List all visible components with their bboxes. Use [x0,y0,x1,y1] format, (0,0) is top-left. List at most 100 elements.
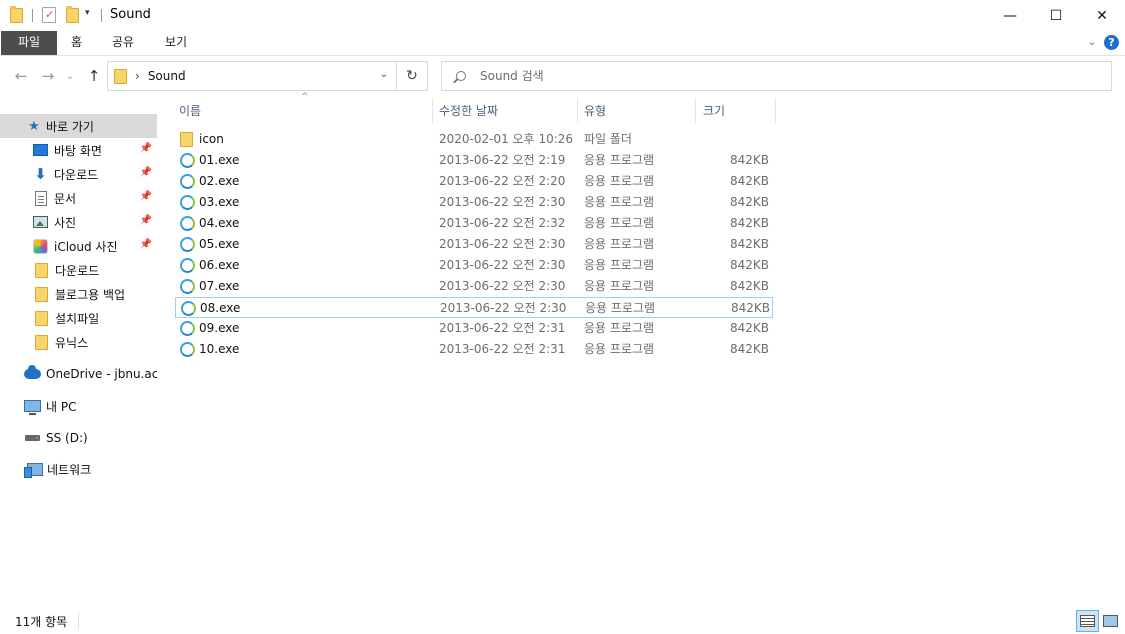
checkmark-icon: ✓ [45,8,55,21]
sidebar-item-onedrive[interactable]: OneDrive - jbnu.ac.k [0,362,157,386]
search-box[interactable] [441,61,1112,91]
back-button[interactable]: ← [10,65,32,87]
list-item[interactable]: 09.exe 2013-06-22 오전 2:31 응용 프로그램 842KB [175,318,773,339]
file-size: 842KB [729,237,769,251]
tab-file[interactable]: 파일 [1,31,57,55]
sidebar-item-icloud-photos[interactable]: iCloud 사진 📌 [0,234,157,258]
search-icon [456,71,466,81]
tab-home[interactable]: 홈 [57,31,96,55]
column-divider[interactable] [695,98,696,123]
file-type: 응용 프로그램 [585,301,656,315]
sidebar-item-desktop[interactable]: 바탕 화면 📌 [0,138,157,162]
file-list: 이름 ^ 수정한 날짜 유형 크기 icon 2020-02-01 오후 10:… [175,92,1115,596]
column-divider[interactable] [577,98,578,123]
breadcrumb-chevron-icon[interactable]: › [135,69,140,83]
application-icon [180,216,195,231]
column-divider[interactable] [432,98,433,123]
tab-share[interactable]: 공유 [98,31,148,55]
folder-icon [10,6,23,23]
file-date: 2013-06-22 오전 2:20 [439,174,566,188]
sidebar-item-drive-d[interactable]: SS (D:) [0,426,157,450]
file-size: 842KB [729,216,769,230]
file-date: 2013-06-22 오전 2:32 [439,216,566,230]
minimize-button[interactable]: — [987,0,1033,31]
quick-access-separator [32,9,33,22]
search-input[interactable] [480,69,1080,83]
application-icon [180,321,195,336]
column-header-size[interactable]: 크기 [703,96,775,124]
folder-icon [35,310,48,326]
recent-locations-button[interactable]: ⌄ [63,65,77,87]
sidebar-item-blog-backup[interactable]: 블로그용 백업 [0,282,157,306]
list-item[interactable]: 06.exe 2013-06-22 오전 2:30 응용 프로그램 842KB [175,255,773,276]
details-view-button[interactable] [1076,610,1099,632]
expand-ribbon-icon[interactable]: ⌄ [1088,37,1096,48]
file-name: 03.exe [199,195,240,209]
breadcrumb-sound[interactable]: Sound [148,69,186,83]
sidebar-item-label: 문서 [54,191,77,206]
file-size: 842KB [729,342,769,356]
drive-icon [25,435,40,441]
file-type: 응용 프로그램 [584,195,655,209]
application-icon [180,237,195,252]
list-item[interactable]: 02.exe 2013-06-22 오전 2:20 응용 프로그램 842KB [175,171,773,192]
sidebar-item-pictures[interactable]: 사진 📌 [0,210,157,234]
refresh-button[interactable]: ↻ [397,61,428,91]
sidebar-item-network[interactable]: 네트워크 [0,457,157,481]
close-button[interactable]: ✕ [1079,0,1125,31]
sidebar-item-this-pc[interactable]: 내 PC [0,394,157,418]
properties-button[interactable]: ✓ [42,7,56,23]
maximize-button[interactable]: ☐ [1033,0,1079,31]
ribbon-controls: ⌄ ? [1088,35,1119,50]
sidebar-item-downloads-folder[interactable]: 다운로드 [0,258,157,282]
sidebar-item-label: OneDrive - jbnu.ac.k [46,367,157,381]
column-header-date[interactable]: 수정한 날짜 [439,96,577,124]
help-icon[interactable]: ? [1104,35,1119,50]
customize-quick-access-dropdown[interactable]: ▾ [85,8,90,18]
file-date: 2013-06-22 오전 2:31 [439,342,566,356]
pin-icon[interactable]: 📌 [140,143,152,154]
list-item[interactable]: icon 2020-02-01 오후 10:26 파일 폴더 [175,129,773,150]
sidebar-item-unix[interactable]: 유닉스 [0,330,157,354]
pin-icon[interactable]: 📌 [140,167,152,178]
column-header-type[interactable]: 유형 [584,96,696,124]
list-item[interactable]: 03.exe 2013-06-22 오전 2:30 응용 프로그램 842KB [175,192,773,213]
sidebar-item-install-files[interactable]: 설치파일 [0,306,157,330]
sidebar-item-label: 사진 [54,215,77,230]
address-bar[interactable]: › Sound ⌄ [107,61,397,91]
forward-button[interactable]: → [37,65,59,87]
file-type: 응용 프로그램 [584,258,655,272]
file-type: 파일 폴더 [584,132,632,146]
address-history-dropdown[interactable]: ⌄ [380,69,388,80]
large-icons-view-icon [1103,615,1118,627]
sidebar-item-documents[interactable]: 문서 📌 [0,186,157,210]
column-divider[interactable] [775,98,776,123]
large-icons-view-button[interactable] [1099,610,1122,632]
file-size: 842KB [729,195,769,209]
pin-icon[interactable]: 📌 [140,191,152,202]
pin-icon[interactable]: 📌 [140,215,152,226]
up-button[interactable]: ↑ [83,65,105,87]
new-folder-button[interactable] [66,6,79,23]
list-item[interactable]: 07.exe 2013-06-22 오전 2:30 응용 프로그램 842KB [175,276,773,297]
documents-icon [35,190,47,206]
application-icon [180,153,195,168]
details-view-icon [1080,615,1095,627]
tab-view[interactable]: 보기 [151,31,201,55]
sidebar-item-quick-access[interactable]: ★ 바로 가기 [0,114,157,138]
list-item[interactable]: 10.exe 2013-06-22 오전 2:31 응용 프로그램 842KB [175,339,773,360]
file-name: 05.exe [199,237,240,251]
application-icon [180,279,195,294]
column-header-name[interactable]: 이름 ^ [179,92,433,124]
column-header-label: 이름 [179,103,202,118]
folder-icon [35,334,48,350]
pin-icon[interactable]: 📌 [140,239,152,250]
file-name: 02.exe [199,174,240,188]
file-date: 2013-06-22 오전 2:30 [439,237,566,251]
list-item[interactable]: 05.exe 2013-06-22 오전 2:30 응용 프로그램 842KB [175,234,773,255]
file-size: 842KB [729,174,769,188]
list-item[interactable]: 01.exe 2013-06-22 오전 2:19 응용 프로그램 842KB [175,150,773,171]
list-item[interactable]: 04.exe 2013-06-22 오전 2:32 응용 프로그램 842KB [175,213,773,234]
list-item-focused[interactable]: 08.exe 2013-06-22 오전 2:30 응용 프로그램 842KB [175,297,773,318]
sidebar-item-downloads[interactable]: ⬇ 다운로드 📌 [0,162,157,186]
